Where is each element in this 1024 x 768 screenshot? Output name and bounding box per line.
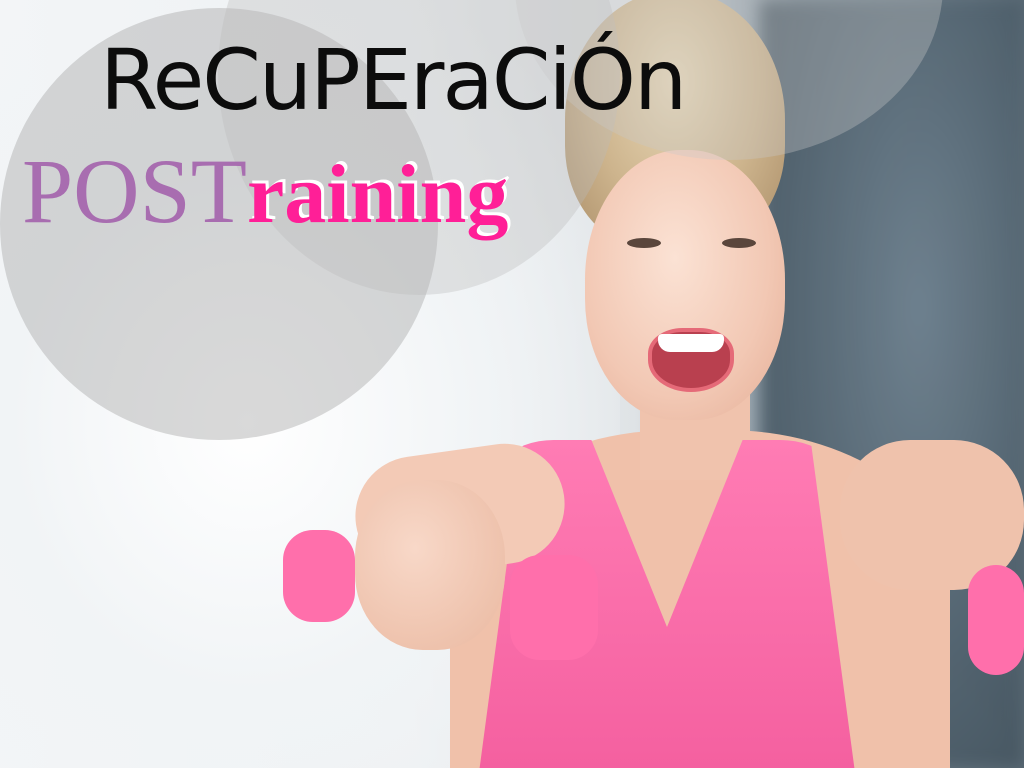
headline-recuperacion: ReCuPEraCiÓn (100, 31, 687, 129)
dumbbell-left-end-a (283, 530, 355, 622)
teeth (658, 334, 724, 352)
dumbbell-left-end-b (510, 555, 598, 660)
dumbbell-right (968, 565, 1024, 675)
poster-canvas: ReCuPEraCiÓn POSTraining (0, 0, 1024, 768)
right-eye (722, 238, 756, 248)
left-eye (627, 238, 661, 248)
headline-posttraining: POSTraining (22, 145, 508, 237)
left-fist (355, 480, 505, 650)
headline-raining: raining (246, 148, 509, 241)
headline-post: POST (22, 140, 247, 242)
